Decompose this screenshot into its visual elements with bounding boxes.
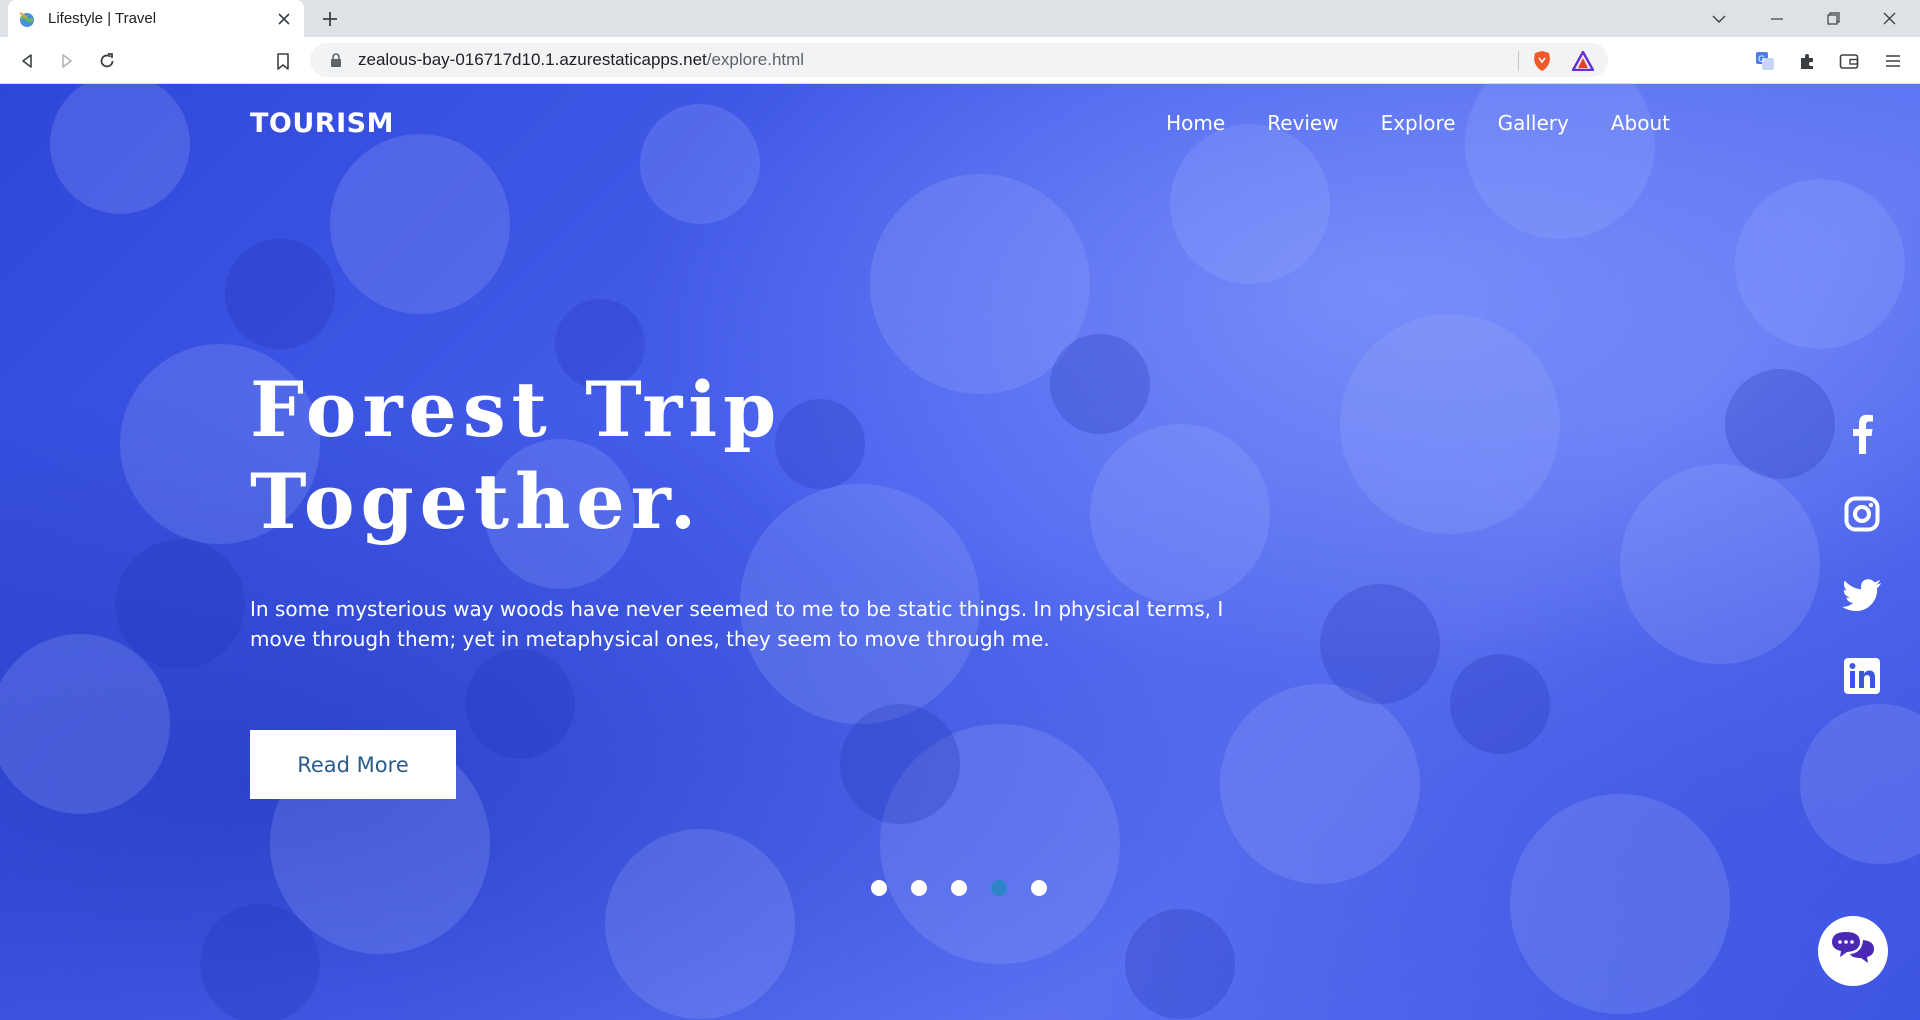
url-host: zealous-bay-016717d10.1.azurestaticapps.… [358, 50, 707, 69]
tab-title: Lifestyle | Travel [48, 10, 157, 27]
menu-icon[interactable] [1878, 46, 1908, 76]
main-nav: Home Review Explore Gallery About [1166, 111, 1670, 135]
hero-description: In some mysterious way woods have never … [250, 597, 1224, 651]
nav-home[interactable]: Home [1166, 111, 1225, 135]
bookmark-icon[interactable] [268, 46, 298, 76]
carousel-dot-active[interactable] [991, 880, 1007, 896]
twitter-icon[interactable] [1840, 574, 1884, 618]
chat-widget-button[interactable] [1818, 916, 1888, 986]
forward-icon[interactable] [52, 46, 82, 76]
close-window-icon[interactable] [1866, 0, 1912, 37]
tab-close-icon[interactable] [274, 9, 294, 29]
omnibox-divider [1518, 51, 1519, 71]
browser-tab[interactable]: Lifestyle | Travel [8, 0, 304, 37]
back-icon[interactable] [12, 46, 42, 76]
chat-icon [1830, 929, 1876, 974]
nav-explore[interactable]: Explore [1381, 111, 1456, 135]
lock-icon [328, 52, 344, 68]
url-text: zealous-bay-016717d10.1.azurestaticapps.… [358, 50, 804, 70]
carousel-indicators [871, 880, 1047, 896]
linkedin-icon[interactable] [1840, 654, 1884, 698]
browser-toolbar: zealous-bay-016717d10.1.azurestaticapps.… [0, 37, 1920, 84]
instagram-icon[interactable] [1840, 492, 1884, 536]
carousel-dot[interactable] [951, 880, 967, 896]
nav-gallery[interactable]: Gallery [1498, 111, 1569, 135]
brave-shields-icon[interactable] [1532, 50, 1552, 77]
browser-tab-strip: Lifestyle | Travel [0, 0, 1920, 37]
svg-text:G: G [1758, 55, 1765, 65]
headline-line-2: Together. [250, 457, 703, 546]
site-logo[interactable]: TOURISM [250, 108, 394, 139]
minimize-icon[interactable] [1754, 0, 1800, 37]
nav-about[interactable]: About [1611, 111, 1670, 135]
carousel-dot[interactable] [871, 880, 887, 896]
reload-icon[interactable] [92, 46, 122, 76]
new-tab-button[interactable] [316, 6, 344, 32]
nav-review[interactable]: Review [1267, 111, 1338, 135]
brave-rewards-icon[interactable] [1571, 50, 1595, 76]
carousel-dot[interactable] [911, 880, 927, 896]
hero-headline: Forest Trip Together. [250, 364, 782, 548]
address-bar[interactable]: zealous-bay-016717d10.1.azurestaticapps.… [310, 43, 1608, 77]
hero-section: TOURISM Home Review Explore Gallery Abou… [0, 84, 1920, 1020]
headline-line-1: Forest Trip [250, 365, 783, 454]
facebook-icon[interactable] [1840, 412, 1884, 456]
restore-icon[interactable] [1810, 0, 1856, 37]
wallet-icon[interactable] [1834, 46, 1864, 76]
tab-search-icon[interactable] [1696, 0, 1742, 37]
globe-favicon-icon [18, 10, 36, 28]
translate-icon[interactable]: G [1750, 46, 1780, 76]
extensions-icon[interactable] [1792, 46, 1822, 76]
carousel-dot[interactable] [1031, 880, 1047, 896]
read-more-button[interactable]: Read More [250, 730, 456, 799]
url-path: /explore.html [706, 50, 805, 69]
